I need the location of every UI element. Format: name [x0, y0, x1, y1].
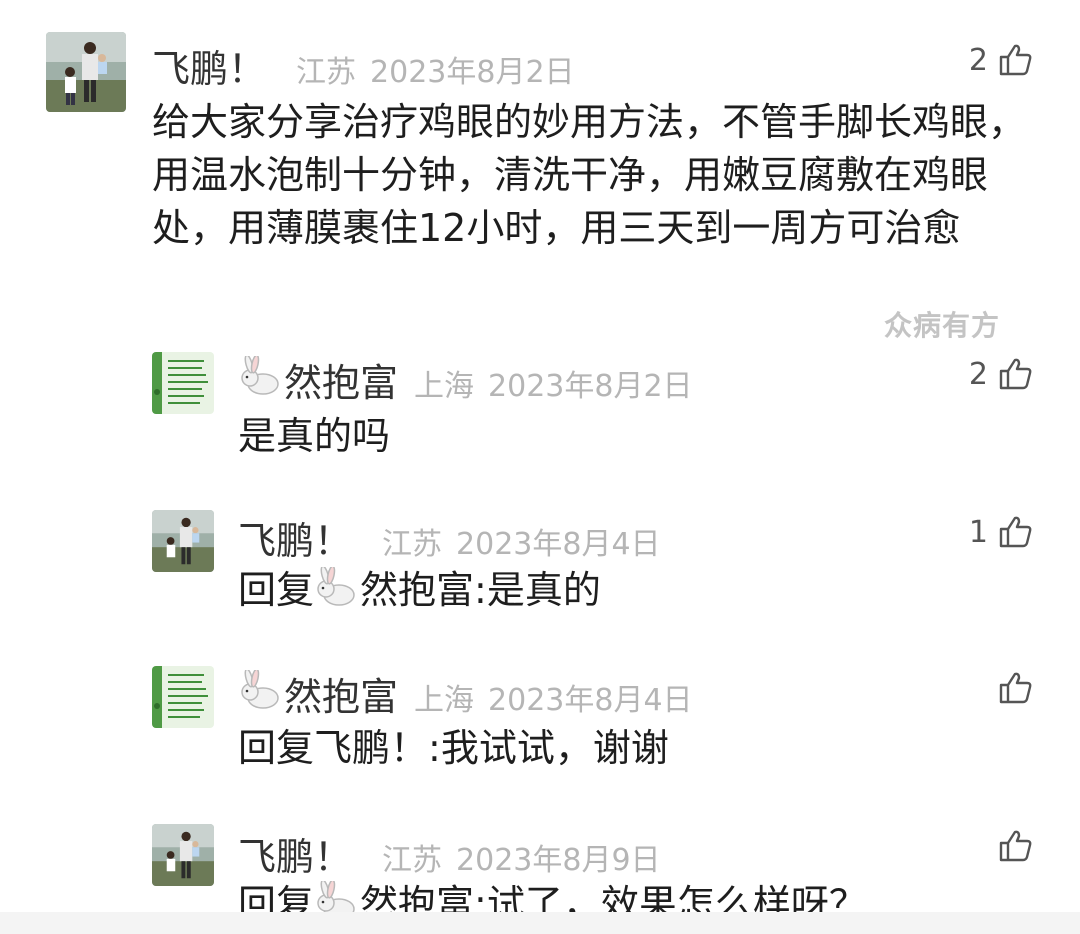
rabbit-emoji-icon [238, 354, 282, 396]
comment-meta: 飞鹏！ 江苏 2023年8月2日 [152, 38, 575, 93]
reply-to-user[interactable]: 飞鹏！ [314, 726, 428, 770]
watermark: 众病有方 [883, 309, 1000, 342]
thumbs-up-icon[interactable] [998, 670, 1034, 706]
green-text-avatar [152, 352, 214, 414]
comment-text: 回复 然抱富:是真的 [238, 564, 601, 617]
avatar[interactable] [152, 352, 214, 414]
father-child-photo-avatar [152, 824, 214, 886]
comment-date: 2023年8月9日 [456, 843, 661, 878]
user-name[interactable]: 然抱富 [284, 666, 398, 721]
comment-date: 2023年8月2日 [488, 369, 693, 404]
reply-to-user[interactable]: 然抱富 [360, 568, 474, 612]
avatar[interactable] [152, 510, 214, 572]
like-count: 1 [968, 514, 988, 550]
comment-date: 2023年8月4日 [488, 683, 693, 718]
comment-thread: 飞鹏！ 江苏 2023年8月2日 2 给大家分享治疗鸡眼的妙用方法，不管手脚长鸡… [0, 0, 1080, 934]
green-text-avatar [152, 666, 214, 728]
bottom-bar [0, 912, 1080, 934]
comment-meta: 然抱富 上海 2023年8月2日 [238, 352, 693, 407]
user-name[interactable]: 飞鹏！ [152, 38, 266, 93]
reply-body: :试了，效果怎么样呀？ [474, 882, 867, 912]
rabbit-emoji-icon [238, 668, 282, 710]
thumbs-up-icon[interactable] [998, 356, 1034, 392]
reply-body: :我试试，谢谢 [428, 726, 669, 770]
reply-item: 飞鹏！ 江苏 2023年8月9日 回复 然抱富:试了，效果怎么样呀？ [0, 808, 1080, 912]
comment-text: 回复飞鹏！:我试试，谢谢 [238, 722, 669, 775]
comment-text: 给大家分享治疗鸡眼的妙用方法，不管手脚长鸡眼，用温水泡制十分钟，清洗干净，用嫩豆… [152, 100, 1027, 250]
rabbit-emoji-icon [314, 565, 358, 607]
rabbit-emoji-icon [314, 879, 358, 912]
like-button[interactable]: 2 [969, 40, 1034, 80]
like-button[interactable] [988, 668, 1034, 708]
user-region: 上海 [414, 683, 475, 718]
reply-item: 然抱富 上海 2023年8月2日 2 是真的吗 [0, 340, 1080, 490]
thumbs-up-icon[interactable] [998, 828, 1034, 864]
main-comment: 飞鹏！ 江苏 2023年8月2日 2 给大家分享治疗鸡眼的妙用方法，不管手脚长鸡… [0, 0, 1080, 342]
comment-text: 是真的吗 [238, 414, 391, 458]
like-count: 2 [968, 42, 988, 78]
father-child-photo-avatar [46, 32, 126, 112]
comment-meta: 飞鹏！ 江苏 2023年8月4日 [238, 510, 661, 565]
like-button[interactable] [988, 826, 1034, 866]
reply-item: 然抱富 上海 2023年8月4日 回复飞鹏！:我试试，谢谢 [0, 648, 1080, 808]
user-region: 江苏 [382, 527, 443, 562]
user-name[interactable]: 飞鹏！ [238, 826, 352, 881]
user-name[interactable]: 然抱富 [284, 352, 398, 407]
comment-date: 2023年8月4日 [456, 527, 661, 562]
reply-prefix: 回复 [238, 726, 315, 770]
comment-meta: 然抱富 上海 2023年8月4日 [238, 666, 693, 721]
avatar[interactable] [152, 666, 214, 728]
user-name[interactable]: 飞鹏！ [238, 510, 352, 565]
avatar[interactable] [46, 32, 126, 112]
reply-item: 飞鹏！ 江苏 2023年8月4日 1 回复 然抱富:是真的 [0, 490, 1080, 648]
comment-text: 回复 然抱富:试了，效果怎么样呀？ [238, 878, 867, 912]
thumbs-up-icon[interactable] [998, 42, 1034, 78]
comment-date: 2023年8月2日 [370, 55, 575, 90]
thumbs-up-icon[interactable] [998, 514, 1034, 550]
user-region: 江苏 [296, 55, 357, 90]
like-count: 2 [968, 356, 988, 392]
like-button[interactable]: 1 [969, 512, 1034, 552]
comment-meta: 飞鹏！ 江苏 2023年8月9日 [238, 826, 661, 881]
user-region: 上海 [414, 369, 475, 404]
avatar[interactable] [152, 824, 214, 886]
father-child-photo-avatar [152, 510, 214, 572]
reply-prefix: 回复 [238, 568, 315, 612]
reply-body: :是真的 [474, 568, 601, 612]
reply-prefix: 回复 [238, 882, 315, 912]
like-button[interactable]: 2 [969, 354, 1034, 394]
user-region: 江苏 [382, 843, 443, 878]
reply-to-user[interactable]: 然抱富 [360, 882, 474, 912]
